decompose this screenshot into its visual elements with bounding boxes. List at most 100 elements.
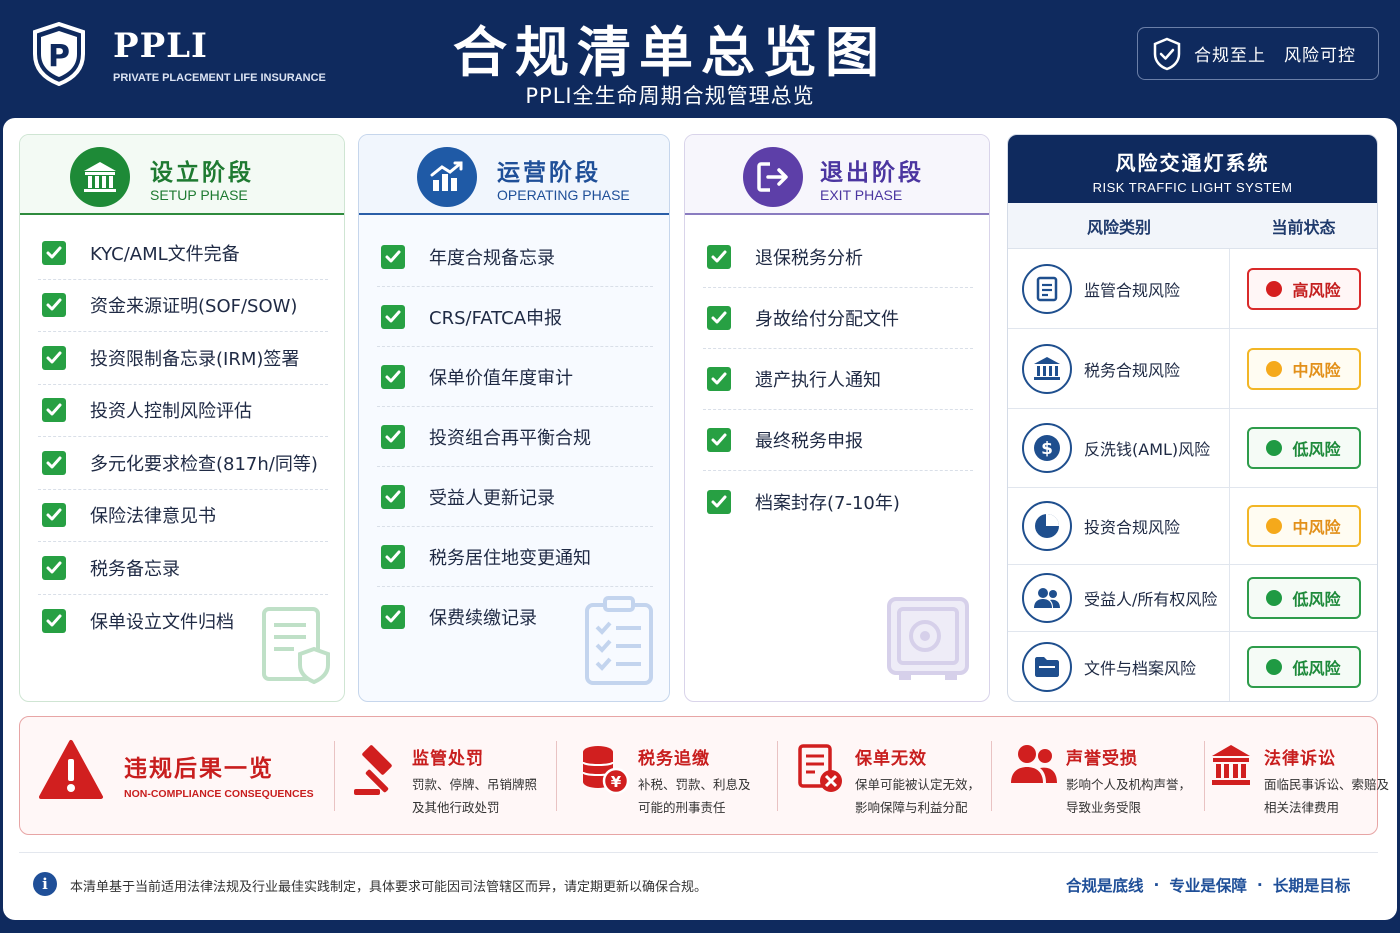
- clipboard-checklist-icon: [585, 596, 653, 685]
- checkbox-checked-icon: [42, 503, 66, 528]
- checkbox-checked-icon: [42, 555, 66, 580]
- status-badge: 低风险: [1246, 577, 1361, 619]
- checklist-item-label: 遗产执行人通知: [755, 370, 881, 391]
- traffic-en: RISK TRAFFIC LIGHT SYSTEM: [1092, 180, 1293, 195]
- exit-checklist-item: 档案封存(7-10年): [703, 471, 973, 532]
- status-badge: 低风险: [1246, 427, 1361, 469]
- risk-row: 受益人/所有权风险 低风险: [1008, 565, 1377, 632]
- status-label: 中风险: [1292, 518, 1341, 537]
- setup-checklist: KYC/AML文件完备 资金来源证明(SOF/SOW) 投资限制备忘录(IRM)签署…: [38, 227, 328, 647]
- checkbox-checked-icon: [381, 364, 405, 389]
- setup-phase-en: SETUP PHASE: [150, 187, 248, 203]
- status-dot-icon: [1266, 360, 1283, 377]
- risk-status-cell: 中风险: [1230, 505, 1377, 547]
- consequences-title: 违规后果一览: [124, 756, 274, 782]
- document-shield-icon: [262, 607, 330, 685]
- risk-category-cell: 投资合规风险: [1008, 488, 1230, 564]
- consequence-name: 监管处罚: [412, 749, 484, 769]
- risk-category-label: 反洗钱(AML)风险: [1084, 440, 1211, 459]
- consequence-desc-line: 导致业务受限: [1066, 800, 1142, 815]
- status-label: 低风险: [1292, 590, 1341, 609]
- invalid-document-icon: [797, 743, 845, 799]
- checklist-item-label: 保单价值年度审计: [429, 367, 573, 389]
- operating-phase-title: 运营阶段: [497, 160, 601, 186]
- setup-checklist-item: 资金来源证明(SOF/SOW): [38, 280, 328, 332]
- risk-row: 税务合规风险 中风险: [1008, 329, 1377, 409]
- operating-checklist-item: 受益人更新记录: [377, 467, 653, 527]
- setup-checklist-item: 多元化要求检查(817h/同等): [38, 437, 328, 490]
- consequence-item: ¥ 税务追缴 补税、罚款、利息及 可能的刑事责任: [556, 717, 777, 836]
- consequence-desc-line: 及其他行政处罚: [412, 800, 500, 815]
- setup-phase-header: 设立阶段 SETUP PHASE: [20, 135, 344, 215]
- checklist-item-label: 年度合规备忘录: [429, 247, 555, 269]
- checklist-item-label: 税务备忘录: [90, 558, 180, 580]
- setup-phase-title: 设立阶段: [150, 160, 254, 186]
- consequence-name: 保单无效: [855, 749, 927, 769]
- consequence-desc-line: 影响个人及机构声誉，: [1066, 777, 1192, 792]
- checklist-item-label: 保费续缴记录: [429, 608, 537, 629]
- checklist-item-label: 受益人更新记录: [429, 487, 555, 509]
- operating-checklist-item: 投资组合再平衡合规: [377, 407, 653, 467]
- traffic-column-headers: 风险类别 当前状态: [1008, 203, 1377, 249]
- folder-icon: [1022, 642, 1072, 692]
- checkbox-checked-icon: [42, 608, 66, 633]
- checkbox-checked-icon: [42, 345, 66, 370]
- checklist-item-label: KYC/AML文件完备: [90, 243, 240, 265]
- operating-phase-card: 运营阶段 OPERATING PHASE 年度合规备忘录 CRS/FATCA申报保…: [358, 134, 670, 702]
- growth-chart-icon: [417, 147, 477, 207]
- operating-checklist: 年度合规备忘录 CRS/FATCA申报 保单价值年度审计 投资组合再平衡合规 受益人更新…: [377, 227, 653, 647]
- exit-phase-header: 退出阶段 EXIT PHASE: [685, 135, 989, 215]
- courthouse-icon: [1210, 743, 1252, 791]
- page-title: 合规清单总览图: [453, 21, 887, 84]
- risk-row: 监管合规风险 高风险: [1008, 249, 1377, 329]
- coins-icon: ¥: [580, 743, 630, 799]
- slogan-separator: ·: [1153, 876, 1160, 894]
- checkbox-checked-icon: [42, 398, 66, 423]
- checkbox-checked-icon: [42, 293, 66, 318]
- setup-checklist-item: KYC/AML文件完备: [38, 227, 328, 280]
- setup-checklist-item: 投资人控制风险评估: [38, 385, 328, 437]
- checklist-item-label: 投资人控制风险评估: [90, 401, 252, 423]
- checklist-item-label: 最终税务申报: [755, 431, 863, 452]
- consequences-panel: 违规后果一览 NON-COMPLIANCE CONSEQUENCES 监管处罚罚…: [19, 716, 1389, 836]
- footer-divider: [19, 852, 1378, 853]
- status-label: 中风险: [1292, 360, 1341, 380]
- traffic-header: 风险交通灯系统 RISK TRAFFIC LIGHT SYSTEM: [1008, 135, 1377, 203]
- bank-icon: [70, 147, 130, 207]
- col-risk-category: 风险类别: [1086, 217, 1151, 237]
- consequence-item: 法律诉讼 面临民事诉讼、索赔及 相关法律费用: [1204, 717, 1389, 836]
- checkbox-checked-icon: [707, 306, 731, 330]
- status-dot-icon: [1266, 440, 1283, 456]
- operating-phase-header: 运营阶段 OPERATING PHASE: [359, 135, 669, 215]
- consequence-item: 声誉受损 影响个人及机构声誉， 导致业务受限: [991, 717, 1204, 836]
- svg-text:$: $: [1041, 439, 1053, 459]
- risk-row: $ 反洗钱(AML)风险 低风险: [1008, 409, 1377, 488]
- risk-traffic-light-panel: 风险交通灯系统 RISK TRAFFIC LIGHT SYSTEM 风险类别 当…: [1007, 134, 1378, 702]
- checkbox-checked-icon: [381, 605, 405, 629]
- consequence-name: 税务追缴: [638, 749, 710, 769]
- checkbox-checked-icon: [707, 367, 731, 391]
- checklist-item-label: 退保税务分析: [755, 248, 863, 269]
- operating-phase-en: OPERATING PHASE: [497, 187, 630, 203]
- checkbox-checked-icon: [707, 245, 731, 269]
- risk-status-cell: 低风险: [1230, 646, 1377, 688]
- status-label: 高风险: [1292, 280, 1341, 300]
- exit-checklist-item: 最终税务申报: [703, 410, 973, 471]
- risk-row: 投资合规风险 中风险: [1008, 488, 1377, 565]
- setup-checklist-item: 保险法律意见书: [38, 490, 328, 542]
- consequence-description: 影响个人及机构声誉， 导致业务受限: [1066, 773, 1191, 819]
- warning-triangle-icon: [39, 740, 103, 799]
- people-icon: [1022, 573, 1072, 623]
- consequence-desc-line: 保单可能被认定无效，: [855, 777, 981, 792]
- status-badge: 高风险: [1246, 267, 1361, 310]
- traffic-title: 风险交通灯系统: [1115, 151, 1270, 175]
- checkbox-checked-icon: [381, 484, 405, 509]
- header: P PPLI PRIVATE PLACEMENT LIFE INSURANCE …: [0, 0, 1400, 118]
- slogan-item: 专业是保障: [1169, 877, 1247, 895]
- checkbox-checked-icon: [42, 450, 66, 475]
- risk-category-label: 文件与档案风险: [1084, 659, 1197, 678]
- page-subtitle: PPLI全生命周期合规管理总览: [525, 84, 815, 108]
- checklist-item-label: 保单设立文件归档: [90, 611, 234, 633]
- status-badge: 低风险: [1246, 646, 1361, 688]
- consequence-desc-line: 相关法律费用: [1264, 800, 1340, 815]
